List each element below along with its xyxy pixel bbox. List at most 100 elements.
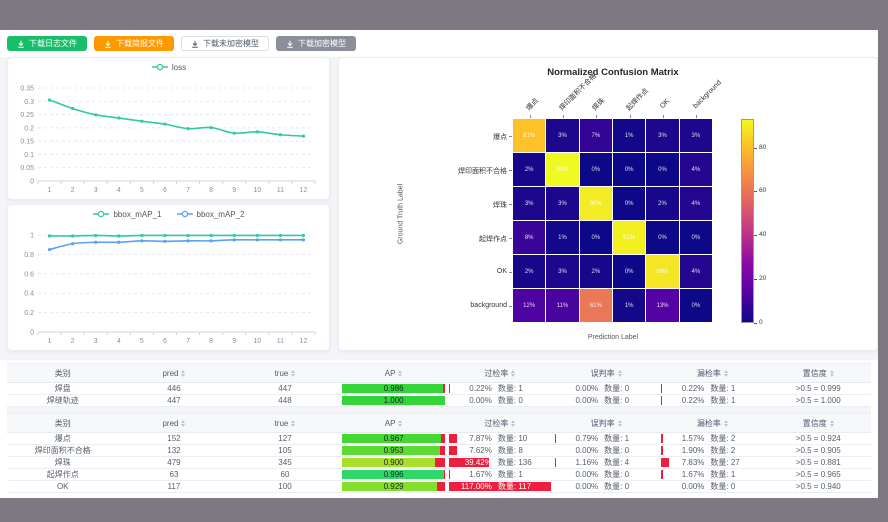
column-header-conf[interactable]: 置信度 [766, 414, 871, 432]
cm-col-label: background [692, 79, 723, 110]
column-header-true[interactable]: true [229, 364, 340, 382]
data-point [233, 234, 236, 237]
column-label: 误判率 [591, 418, 615, 429]
sort-caret-icon[interactable] [618, 370, 622, 377]
rate-count: 数量: 117 [498, 481, 544, 492]
cm-row-tick [509, 272, 512, 273]
rate-percent: 0.00% [456, 396, 492, 405]
download-toolbar: 下载日志文件下载简报文件下载未加密模型下载加密模型 [0, 30, 878, 57]
sort-caret-icon[interactable] [830, 370, 834, 377]
data-point [256, 130, 259, 133]
rate-percent: 0.79% [562, 434, 598, 443]
column-header-pred[interactable]: pred [118, 364, 229, 382]
ap-bar-track: 0.900 [342, 458, 444, 467]
sort-caret-icon[interactable] [398, 420, 402, 427]
column-label: AP [385, 369, 396, 378]
download-button-4[interactable]: 下载加密模型 [276, 36, 356, 51]
cm-row-label: background [435, 302, 507, 309]
column-header-mis[interactable]: 误判率 [553, 414, 659, 432]
column-label: AP [385, 419, 396, 428]
cm-cell: 0% [580, 221, 612, 254]
cell-pred: 117 [118, 481, 229, 492]
sort-caret-icon[interactable] [398, 370, 402, 377]
rate-cell: 1.67%数量: 1 [661, 470, 763, 479]
cell-conf: >0.5 = 0.965 [766, 469, 871, 480]
column-header-pred[interactable]: pred [118, 414, 229, 432]
cm-cell: 11% [546, 289, 578, 322]
column-header-mis[interactable]: 误判率 [553, 364, 659, 382]
cm-col-label: OK [659, 98, 671, 110]
cell-over: 1.67%数量: 1 [447, 469, 553, 480]
ap-value: 0.929 [342, 482, 444, 491]
table-row: 焊缝轨迹4474481.0000.00%数量: 00.00%数量: 00.22%… [7, 395, 871, 407]
cm-cell: 4% [680, 187, 712, 220]
sort-caret-icon[interactable] [291, 420, 295, 427]
rate-percent: 0.00% [562, 384, 598, 393]
download-icon [191, 40, 199, 48]
ap-bar-track: 0.953 [342, 446, 444, 455]
series-line-bbox_mAP_2 [50, 240, 304, 250]
x-tick-label: 10 [253, 338, 261, 345]
table-row: 焊盘4464470.9860.22%数量: 10.00%数量: 00.22%数量… [7, 383, 871, 395]
column-header-over[interactable]: 过检率 [447, 364, 553, 382]
x-tick-label: 1 [48, 338, 52, 345]
column-header-ap[interactable]: AP [340, 364, 446, 382]
download-button-3[interactable]: 下载未加密模型 [181, 36, 269, 51]
rate-count: 数量: 0 [604, 481, 650, 492]
x-tick-label: 4 [117, 187, 121, 194]
cm-row-label: OK [435, 268, 507, 275]
ap-bar-track: 1.000 [342, 396, 444, 405]
confusion-matrix-ylabel: Ground Truth Label [398, 184, 405, 244]
cell-ap: 1.000 [340, 395, 446, 406]
rate-count: 数量: 0 [604, 469, 650, 480]
sort-caret-icon[interactable] [830, 420, 834, 427]
rate-percent: 0.22% [668, 384, 704, 393]
cell-true: 345 [229, 457, 340, 468]
cell-miss: 1.57%数量: 2 [659, 433, 765, 444]
cell-ap: 0.996 [340, 469, 446, 480]
x-tick-label: 7 [186, 187, 190, 194]
rate-count: 数量: 0 [710, 481, 756, 492]
column-header-miss[interactable]: 漏检率 [659, 364, 765, 382]
sort-caret-icon[interactable] [724, 370, 728, 377]
rate-percent: 1.67% [668, 470, 704, 479]
data-point [94, 234, 97, 237]
sort-caret-icon[interactable] [181, 420, 185, 427]
legend-item-bbox_mAP_1[interactable]: bbox_mAP_1 [92, 210, 161, 219]
data-point [302, 238, 305, 241]
rate-percent: 117.00% [456, 482, 492, 491]
cm-cell: 2% [580, 255, 612, 288]
confusion-matrix-title: Normalized Confusion Matrix [443, 67, 783, 78]
cell-pred: 132 [118, 445, 229, 456]
rate-count: 数量: 0 [604, 445, 650, 456]
cm-cell: 0% [680, 289, 712, 322]
legend-label: bbox_mAP_1 [113, 210, 161, 219]
download-button-1[interactable]: 下载日志文件 [7, 36, 87, 51]
colorbar-tick [754, 235, 757, 236]
sort-caret-icon[interactable] [511, 370, 515, 377]
column-header-conf[interactable]: 置信度 [766, 364, 871, 382]
column-header-over[interactable]: 过检率 [447, 414, 553, 432]
sort-caret-icon[interactable] [724, 420, 728, 427]
legend-item-bbox_mAP_2[interactable]: bbox_mAP_2 [176, 210, 245, 219]
metrics-tables: 类别predtrueAP过检率误判率漏检率置信度焊盘4464470.9860.2… [0, 360, 878, 498]
cell-over: 7.87%数量: 10 [447, 433, 553, 444]
cell-true: 447 [229, 383, 340, 394]
rate-cell: 1.16%数量: 4 [555, 458, 657, 467]
column-header-miss[interactable]: 漏检率 [659, 414, 765, 432]
rate-count: 数量: 4 [604, 457, 650, 468]
confusion-matrix-xlabel: Prediction Label [513, 334, 713, 341]
sort-caret-icon[interactable] [511, 420, 515, 427]
download-button-2[interactable]: 下载简报文件 [94, 36, 174, 51]
sort-caret-icon[interactable] [181, 370, 185, 377]
legend-item-loss[interactable]: loss [151, 63, 186, 72]
sort-caret-icon[interactable] [291, 370, 295, 377]
column-label: pred [162, 419, 178, 428]
column-label: 漏检率 [697, 418, 721, 429]
column-header-ap[interactable]: AP [340, 414, 446, 432]
table-row: 起焊作点63600.9961.67%数量: 10.00%数量: 01.67%数量… [7, 469, 871, 481]
sort-caret-icon[interactable] [618, 420, 622, 427]
column-header-true[interactable]: true [229, 414, 340, 432]
y-tick-label: 0.6 [24, 271, 34, 278]
cell-pred: 447 [118, 395, 229, 406]
